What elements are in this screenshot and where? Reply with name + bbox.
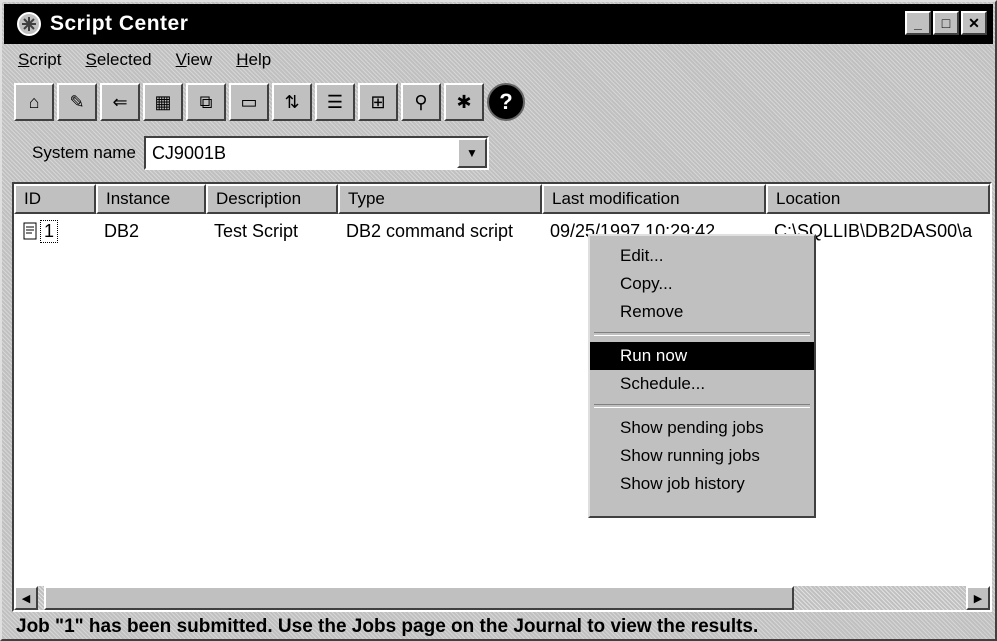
menu-item-show-running-jobs[interactable]: Show running jobs xyxy=(590,442,814,470)
window-controls: _ □ ✕ xyxy=(905,11,987,35)
new-script-icon[interactable]: ⌂ xyxy=(14,83,54,121)
status-message: Job "1" has been submitted. Use the Jobs… xyxy=(16,616,759,637)
table-row[interactable]: 1 DB2 Test Script DB2 command script 09/… xyxy=(14,218,986,244)
run-icon[interactable]: ▭ xyxy=(229,83,269,121)
cell-type: DB2 command script xyxy=(346,220,514,241)
edit-icon[interactable]: ✎ xyxy=(57,83,97,121)
copy-icon[interactable]: ⧉ xyxy=(186,83,226,121)
scroll-left-icon[interactable]: ◀ xyxy=(14,586,38,610)
chevron-down-icon[interactable]: ▼ xyxy=(456,138,487,168)
menu-bar: Script Selected View Help xyxy=(16,48,273,76)
column-header-instance[interactable]: Instance xyxy=(96,184,206,214)
column-header-last-modification[interactable]: Last modification xyxy=(542,184,766,214)
menu-selected[interactable]: Selected xyxy=(83,48,153,76)
script-icon xyxy=(23,222,37,240)
horizontal-scrollbar[interactable]: ◀ ▶ xyxy=(14,586,990,610)
journal-icon[interactable]: ✱ xyxy=(444,83,484,121)
app-icon xyxy=(16,11,42,37)
menu-item-run-now[interactable]: Run now xyxy=(590,342,814,370)
menu-item-edit[interactable]: Edit... xyxy=(590,242,814,270)
row-id: 1 xyxy=(40,219,59,243)
menu-separator xyxy=(594,404,810,408)
system-name-combo[interactable]: CJ9001B ▼ xyxy=(143,136,489,170)
menu-item-copy[interactable]: Copy... xyxy=(590,270,814,298)
menu-item-schedule[interactable]: Schedule... xyxy=(590,370,814,398)
filter-icon[interactable]: ☰ xyxy=(315,83,355,121)
maximize-button[interactable]: □ xyxy=(933,11,959,35)
script-center-window: Script Center _ □ ✕ Script Selected View… xyxy=(0,0,997,641)
cell-instance: DB2 xyxy=(104,220,140,241)
script-list: ID Instance Description Type Last modifi… xyxy=(12,182,992,612)
menu-item-remove[interactable]: Remove xyxy=(590,298,814,326)
system-name-value: CJ9001B xyxy=(151,142,226,163)
help-icon[interactable]: ? xyxy=(487,83,525,121)
title-bar[interactable]: Script Center _ □ ✕ xyxy=(4,4,993,44)
column-header-type[interactable]: Type xyxy=(338,184,542,214)
menu-item-show-job-history[interactable]: Show job history xyxy=(590,470,814,498)
find-icon[interactable]: ⚲ xyxy=(401,83,441,121)
minimize-button[interactable]: _ xyxy=(905,11,931,35)
scrollbar-thumb[interactable] xyxy=(44,586,794,610)
menu-separator xyxy=(594,332,810,336)
import-icon[interactable]: ⇐ xyxy=(100,83,140,121)
sort-icon[interactable]: ⇅ xyxy=(272,83,312,121)
menu-item-show-pending-jobs[interactable]: Show pending jobs xyxy=(590,414,814,442)
window-title: Script Center xyxy=(50,12,189,35)
columns-icon[interactable]: ⊞ xyxy=(358,83,398,121)
close-button[interactable]: ✕ xyxy=(961,11,987,35)
cell-id: 1 xyxy=(14,218,96,244)
grid-icon[interactable]: ▦ xyxy=(143,83,183,121)
column-header-id[interactable]: ID xyxy=(14,184,96,214)
menu-help[interactable]: Help xyxy=(234,48,273,76)
menu-view[interactable]: View xyxy=(174,48,215,76)
column-header-location[interactable]: Location xyxy=(766,184,990,214)
context-menu: Edit... Copy... Remove Run now Schedule.… xyxy=(588,234,816,518)
toolbar: ⌂ ✎ ⇐ ▦ ⧉ ▭ ⇅ ☰ ⊞ ⚲ ✱ ? xyxy=(14,80,525,124)
system-name-row: System name CJ9001B ▼ xyxy=(32,136,489,170)
scroll-right-icon[interactable]: ▶ xyxy=(966,586,990,610)
column-header-description[interactable]: Description xyxy=(206,184,338,214)
system-name-label: System name xyxy=(32,143,136,162)
cell-description: Test Script xyxy=(214,220,299,241)
column-headers: ID Instance Description Type Last modifi… xyxy=(14,184,990,214)
menu-script[interactable]: Script xyxy=(16,48,63,76)
